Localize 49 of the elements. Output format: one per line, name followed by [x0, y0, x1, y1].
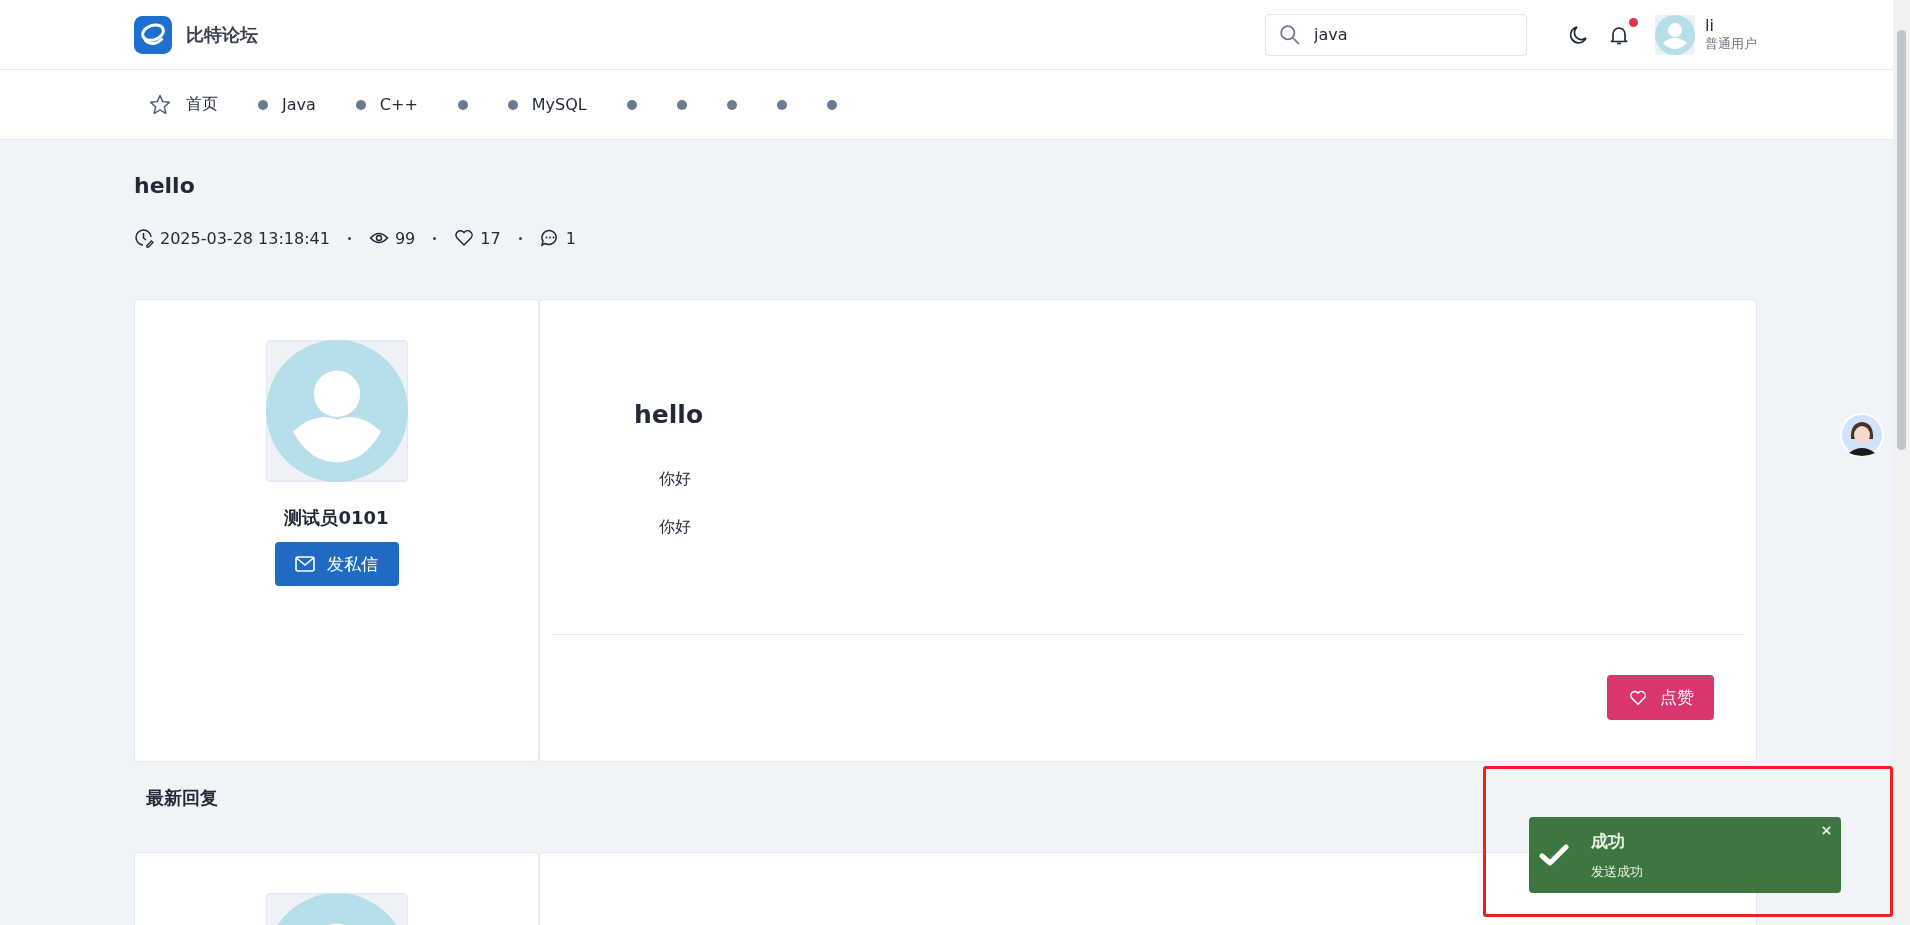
check-icon	[1539, 843, 1569, 867]
star-icon	[148, 92, 172, 117]
nav-link[interactable]: C++	[355, 95, 418, 114]
clock-icon	[134, 228, 154, 248]
logo-icon[interactable]	[134, 15, 172, 54]
nav-link[interactable]: 首页	[148, 92, 218, 117]
user-name[interactable]: li	[1705, 16, 1757, 35]
nav-link[interactable]	[457, 99, 468, 110]
board-dot-icon	[507, 99, 518, 110]
post-paragraph: 你好	[659, 469, 692, 490]
nav-link[interactable]	[826, 99, 837, 110]
section-title: 最新回复	[146, 786, 219, 810]
heart-icon	[454, 228, 475, 248]
nav-link[interactable]	[626, 99, 637, 110]
post-heading: hello	[634, 400, 705, 429]
board-dot-icon	[776, 99, 787, 110]
post-title: hello	[134, 173, 196, 198]
scrollbar[interactable]	[1893, 0, 1910, 925]
author-name[interactable]: 测试员0101	[284, 506, 389, 530]
site-name[interactable]: 比特论坛	[186, 22, 258, 47]
board-dot-icon	[626, 99, 637, 110]
nav-link[interactable]: Java	[258, 95, 316, 114]
message-button[interactable]: 发私信	[274, 542, 399, 586]
board-dot-icon	[457, 99, 468, 110]
post-paragraph: 你好	[659, 517, 692, 538]
like-button[interactable]: 点赞	[1607, 675, 1714, 720]
comment-icon	[539, 228, 560, 248]
board-dot-icon	[355, 99, 366, 110]
nav-link[interactable]	[676, 99, 687, 110]
board-dot-icon	[826, 99, 837, 110]
toast-title: 成功	[1591, 829, 1626, 853]
search-icon	[1279, 23, 1301, 46]
post-time: 2025-03-28 13:18:41	[160, 228, 330, 248]
assistant-avatar[interactable]	[1840, 413, 1884, 457]
search-field[interactable]: java	[1265, 13, 1527, 56]
board-dot-icon	[258, 99, 268, 110]
board-dot-icon	[726, 99, 737, 110]
close-icon[interactable]	[1822, 826, 1831, 835]
like-count: 17	[480, 228, 501, 248]
comment-count: 1	[565, 228, 576, 248]
toast-message: 发送成功	[1591, 862, 1643, 881]
view-count: 99	[394, 228, 416, 248]
nav-link[interactable]: MySQL	[507, 95, 587, 114]
board-dot-icon	[676, 99, 687, 110]
heart-icon	[1627, 688, 1648, 707]
nav-link[interactable]	[726, 99, 737, 110]
envelope-icon	[295, 555, 315, 573]
nav-link[interactable]	[776, 99, 787, 110]
user-role: 普通用户	[1705, 35, 1757, 53]
